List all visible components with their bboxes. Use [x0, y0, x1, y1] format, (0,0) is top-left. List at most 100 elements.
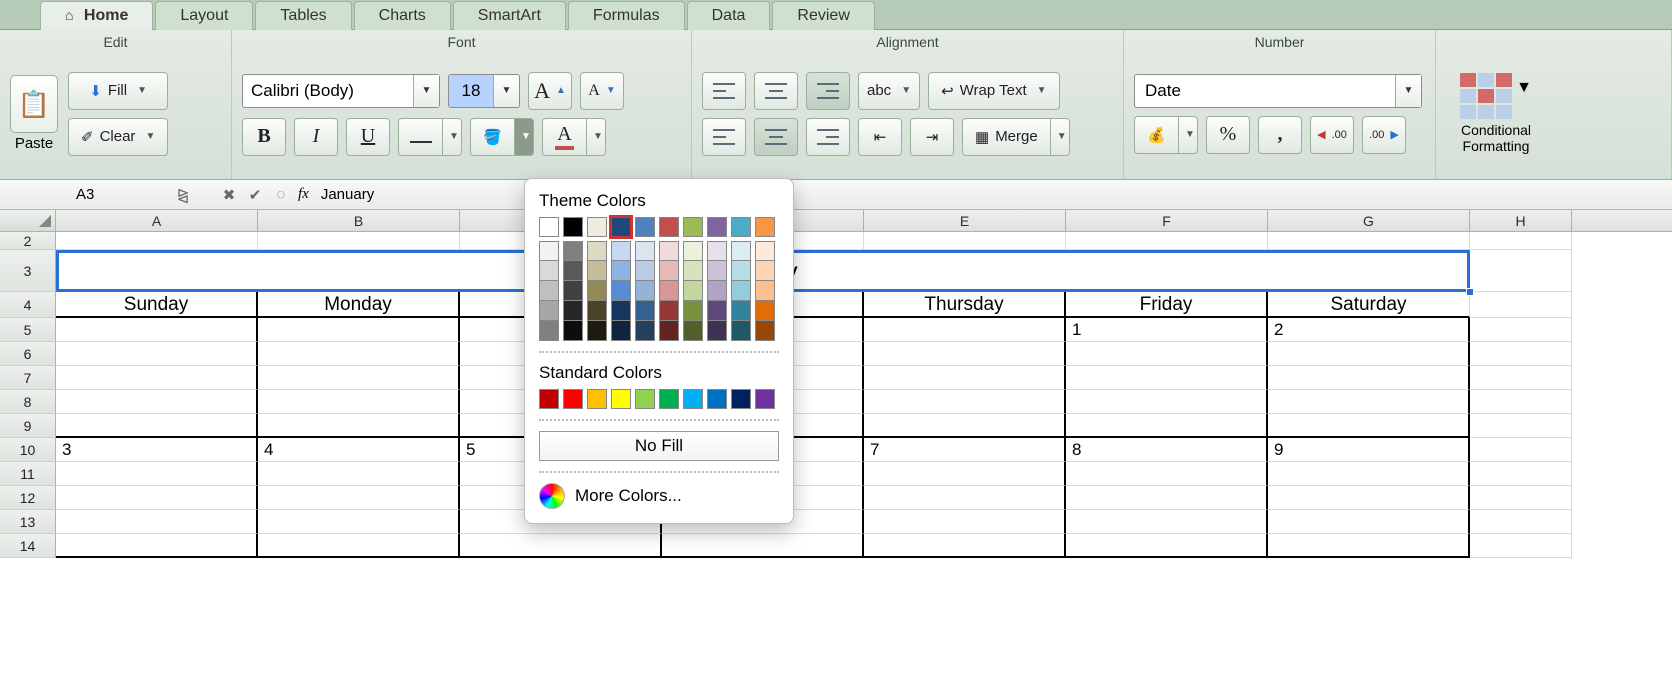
cell[interactable] — [56, 510, 258, 534]
merge-button[interactable]: ▦ Merge — [962, 118, 1050, 156]
tab-charts[interactable]: Charts — [354, 1, 451, 30]
bold-button[interactable]: B — [242, 118, 286, 156]
theme-color-swatch[interactable] — [659, 217, 679, 237]
font-color-button[interactable]: A — [542, 118, 586, 156]
theme-shade-swatch[interactable] — [731, 261, 751, 281]
theme-shade-swatch[interactable] — [611, 301, 631, 321]
theme-shade-swatch[interactable] — [707, 281, 727, 301]
cell[interactable] — [1470, 250, 1572, 292]
cell[interactable] — [1470, 366, 1572, 390]
font-name-input[interactable] — [243, 75, 413, 107]
fill-color-button[interactable]: 🪣 — [470, 118, 514, 156]
selection-handle[interactable] — [1466, 288, 1474, 296]
paste-icon[interactable]: 📋 — [10, 75, 58, 133]
theme-color-swatch[interactable] — [731, 217, 751, 237]
theme-shade-swatch[interactable] — [563, 241, 583, 261]
theme-shade-swatch[interactable] — [707, 261, 727, 281]
theme-shade-swatch[interactable] — [539, 241, 559, 261]
cell[interactable] — [258, 414, 460, 438]
cell[interactable] — [258, 232, 460, 250]
cell[interactable] — [258, 390, 460, 414]
cell[interactable] — [864, 486, 1066, 510]
shrink-font-button[interactable]: A▼ — [580, 72, 624, 110]
more-colors-button[interactable]: More Colors... — [539, 483, 779, 509]
cell[interactable] — [1470, 438, 1572, 462]
cell[interactable] — [1268, 232, 1470, 250]
font-size-input[interactable] — [449, 75, 493, 107]
standard-color-swatch[interactable] — [659, 389, 679, 409]
cell[interactable] — [258, 534, 460, 558]
cell[interactable] — [1066, 390, 1268, 414]
col-header-F[interactable]: F — [1066, 210, 1268, 231]
theme-shade-swatch[interactable] — [611, 281, 631, 301]
theme-shade-swatch[interactable] — [659, 281, 679, 301]
row-header-10[interactable]: 10 — [0, 438, 56, 462]
cell[interactable] — [1268, 414, 1470, 438]
cancel-formula-button[interactable]: ✖ — [216, 184, 242, 206]
theme-color-swatch[interactable] — [611, 217, 631, 237]
row-header-3[interactable]: 3 — [0, 250, 56, 292]
no-fill-button[interactable]: No Fill — [539, 431, 779, 461]
cell[interactable] — [1268, 534, 1470, 558]
clear-button[interactable]: ✐ Clear ▼ — [68, 118, 168, 156]
theme-shade-swatch[interactable] — [539, 321, 559, 341]
percent-button[interactable]: % — [1206, 116, 1250, 154]
name-box[interactable]: A3 — [0, 186, 170, 203]
theme-shade-swatch[interactable] — [707, 301, 727, 321]
cell[interactable]: 1 — [1066, 318, 1268, 342]
theme-shade-swatch[interactable] — [659, 261, 679, 281]
theme-shade-swatch[interactable] — [539, 301, 559, 321]
cell[interactable] — [56, 486, 258, 510]
cell[interactable] — [258, 366, 460, 390]
cell[interactable] — [864, 366, 1066, 390]
theme-shade-swatch[interactable] — [659, 241, 679, 261]
col-header-A[interactable]: A — [56, 210, 258, 231]
border-caret[interactable]: ▼ — [442, 118, 462, 156]
cell[interactable] — [56, 414, 258, 438]
conditional-formatting-button[interactable]: ▼ Conditional Formatting — [1446, 73, 1546, 154]
cell[interactable] — [1470, 318, 1572, 342]
align-top-button[interactable] — [702, 72, 746, 110]
align-center-button[interactable] — [754, 118, 798, 156]
theme-shade-swatch[interactable] — [635, 321, 655, 341]
select-all-corner[interactable] — [0, 210, 56, 231]
theme-shade-swatch[interactable] — [563, 261, 583, 281]
formula-input[interactable]: January — [317, 186, 1672, 203]
theme-shade-swatch[interactable] — [611, 261, 631, 281]
theme-color-swatch[interactable] — [707, 217, 727, 237]
font-name-caret[interactable]: ▼ — [413, 75, 439, 107]
cell[interactable] — [1268, 390, 1470, 414]
increase-indent-button[interactable]: ⇥ — [910, 118, 954, 156]
border-button[interactable] — [398, 118, 442, 156]
merge-caret[interactable]: ▼ — [1050, 118, 1070, 156]
cell[interactable] — [258, 510, 460, 534]
cell[interactable] — [864, 462, 1066, 486]
theme-shade-swatch[interactable] — [563, 281, 583, 301]
standard-color-swatch[interactable] — [539, 389, 559, 409]
cell[interactable]: 9 — [1268, 438, 1470, 462]
standard-color-swatch[interactable] — [587, 389, 607, 409]
cell[interactable] — [864, 390, 1066, 414]
grow-font-button[interactable]: A▲ — [528, 72, 572, 110]
theme-shade-swatch[interactable] — [731, 281, 751, 301]
cell[interactable] — [1470, 342, 1572, 366]
cell[interactable] — [1470, 486, 1572, 510]
tab-review[interactable]: Review — [772, 1, 874, 30]
col-header-G[interactable]: G — [1268, 210, 1470, 231]
currency-button[interactable]: 💰 — [1134, 116, 1178, 154]
theme-shade-swatch[interactable] — [683, 281, 703, 301]
cell[interactable] — [1066, 534, 1268, 558]
theme-shade-swatch[interactable] — [755, 281, 775, 301]
theme-shade-swatch[interactable] — [731, 301, 751, 321]
cell[interactable]: 8 — [1066, 438, 1268, 462]
cell[interactable] — [1066, 342, 1268, 366]
theme-shade-swatch[interactable] — [755, 301, 775, 321]
row-header-2[interactable]: 2 — [0, 232, 56, 250]
cell[interactable] — [1066, 366, 1268, 390]
cell[interactable]: 2 — [1268, 318, 1470, 342]
theme-shade-swatch[interactable] — [683, 261, 703, 281]
tab-data[interactable]: Data — [687, 1, 771, 30]
cell[interactable] — [1066, 414, 1268, 438]
cell[interactable] — [1470, 232, 1572, 250]
fill-color-caret[interactable]: ▼ — [514, 118, 534, 156]
